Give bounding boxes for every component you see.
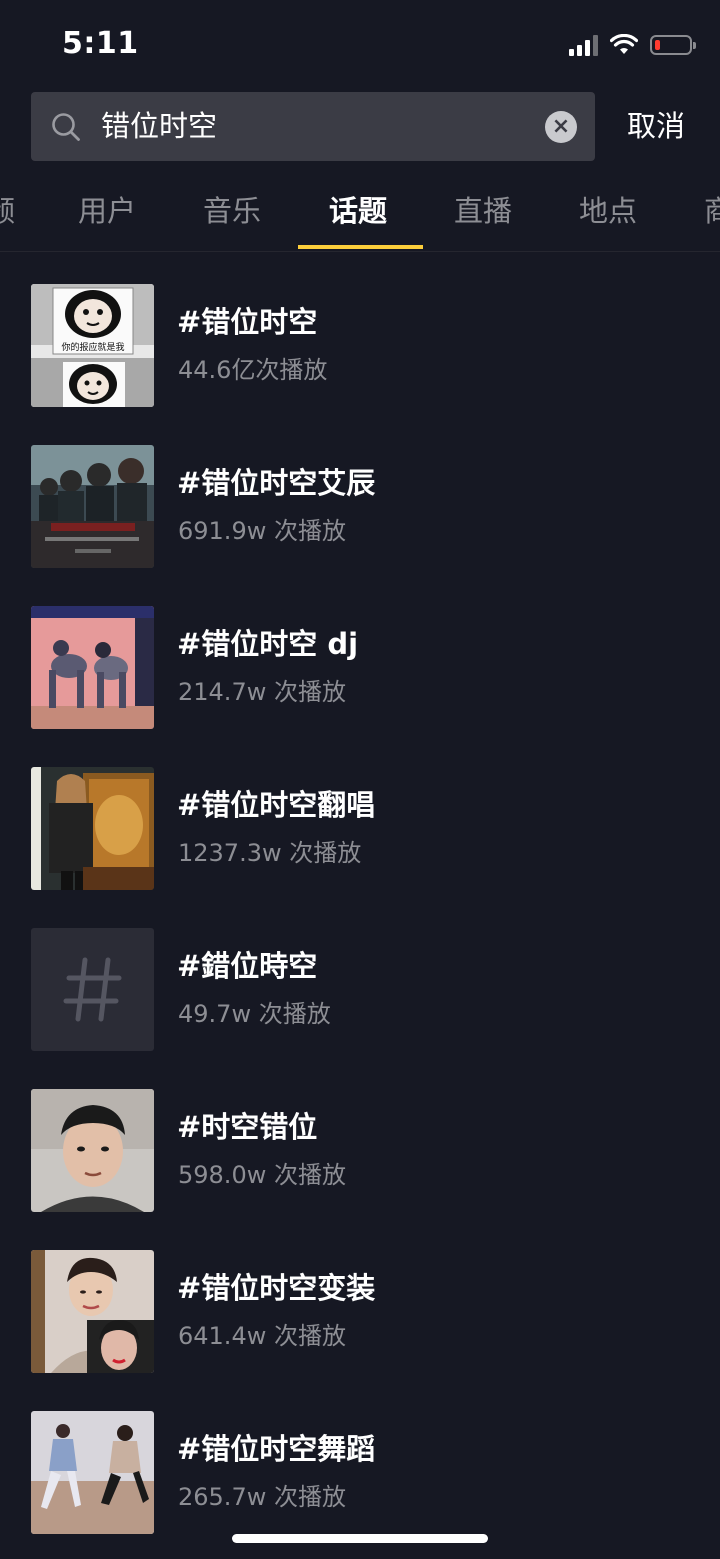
wifi-icon (610, 34, 638, 54)
topic-thumbnail (31, 445, 154, 568)
topic-item[interactable]: #错位时空变装 641.4w 次播放 (0, 1250, 720, 1373)
search-icon (52, 113, 80, 141)
topic-title: #錯位時空 (177, 949, 318, 983)
search-category-tabs: 频 用户 音乐 话题 直播 地点 商 (0, 175, 720, 252)
topic-thumbnail (31, 767, 154, 890)
topic-play-count: 1237.3w 次播放 (178, 839, 362, 867)
topic-thumbnail (31, 1089, 154, 1212)
tab-shop[interactable]: 商 (704, 191, 720, 231)
active-tab-indicator (298, 245, 423, 249)
cellular-signal-icon (569, 34, 598, 56)
tab-topics[interactable]: 话题 (329, 191, 387, 231)
topic-play-count: 691.9w 次播放 (178, 517, 346, 545)
topic-play-count: 265.7w 次播放 (178, 1483, 346, 1511)
topic-play-count: 641.4w 次播放 (178, 1322, 346, 1350)
topic-thumbnail: 你的报应就是我 (31, 284, 154, 407)
topic-thumbnail (31, 928, 154, 1051)
thumbnail-caption: 你的报应就是我 (61, 341, 124, 353)
battery-icon (650, 35, 696, 55)
topic-item[interactable]: #时空错位 598.0w 次播放 (0, 1089, 720, 1212)
topic-item[interactable]: #错位时空翻唱 1237.3w 次播放 (0, 767, 720, 890)
home-indicator[interactable] (232, 1534, 488, 1543)
topic-play-count: 44.6亿次播放 (178, 356, 328, 384)
topic-title: #错位时空 dj (177, 627, 359, 661)
search-query[interactable]: 错位时空 (101, 106, 217, 146)
tab-music[interactable]: 音乐 (203, 191, 261, 231)
battery-level (655, 40, 660, 50)
topic-title: #错位时空艾辰 (177, 466, 376, 500)
topic-item[interactable]: #错位时空艾辰 691.9w 次播放 (0, 445, 720, 568)
topic-play-count: 49.7w 次播放 (178, 1000, 331, 1028)
tab-places[interactable]: 地点 (579, 191, 637, 231)
topic-title: #错位时空翻唱 (177, 788, 376, 822)
topic-thumbnail (31, 606, 154, 729)
hashtag-icon (63, 957, 122, 1022)
topic-title: #错位时空舞蹈 (177, 1432, 376, 1466)
topic-thumbnail (31, 1411, 154, 1534)
topic-title: #错位时空变装 (177, 1271, 376, 1305)
tab-users[interactable]: 用户 (78, 191, 136, 231)
status-icons (569, 30, 696, 60)
status-time: 5:11 (62, 26, 139, 61)
status-bar: 5:11 (0, 0, 720, 90)
topic-title: #时空错位 (177, 1110, 318, 1144)
cancel-button[interactable]: 取消 (627, 106, 685, 146)
topic-item[interactable]: #错位时空 dj 214.7w 次播放 (0, 606, 720, 729)
clear-search-icon[interactable]: × (545, 111, 577, 143)
search-row: 错位时空 × 取消 (0, 92, 720, 162)
topic-item[interactable]: #错位时空舞蹈 265.7w 次播放 (0, 1411, 720, 1534)
topic-play-count: 598.0w 次播放 (178, 1161, 346, 1189)
topic-play-count: 214.7w 次播放 (178, 678, 346, 706)
topic-thumbnail (31, 1250, 154, 1373)
topic-title: #错位时空 (177, 305, 318, 339)
topic-item[interactable]: #錯位時空 49.7w 次播放 (0, 928, 720, 1051)
tab-live[interactable]: 直播 (454, 191, 512, 231)
topic-item[interactable]: 你的报应就是我 #错位时空 44.6亿次播放 (0, 284, 720, 407)
search-input[interactable]: 错位时空 × (31, 92, 595, 161)
tab-video[interactable]: 频 (0, 191, 15, 231)
